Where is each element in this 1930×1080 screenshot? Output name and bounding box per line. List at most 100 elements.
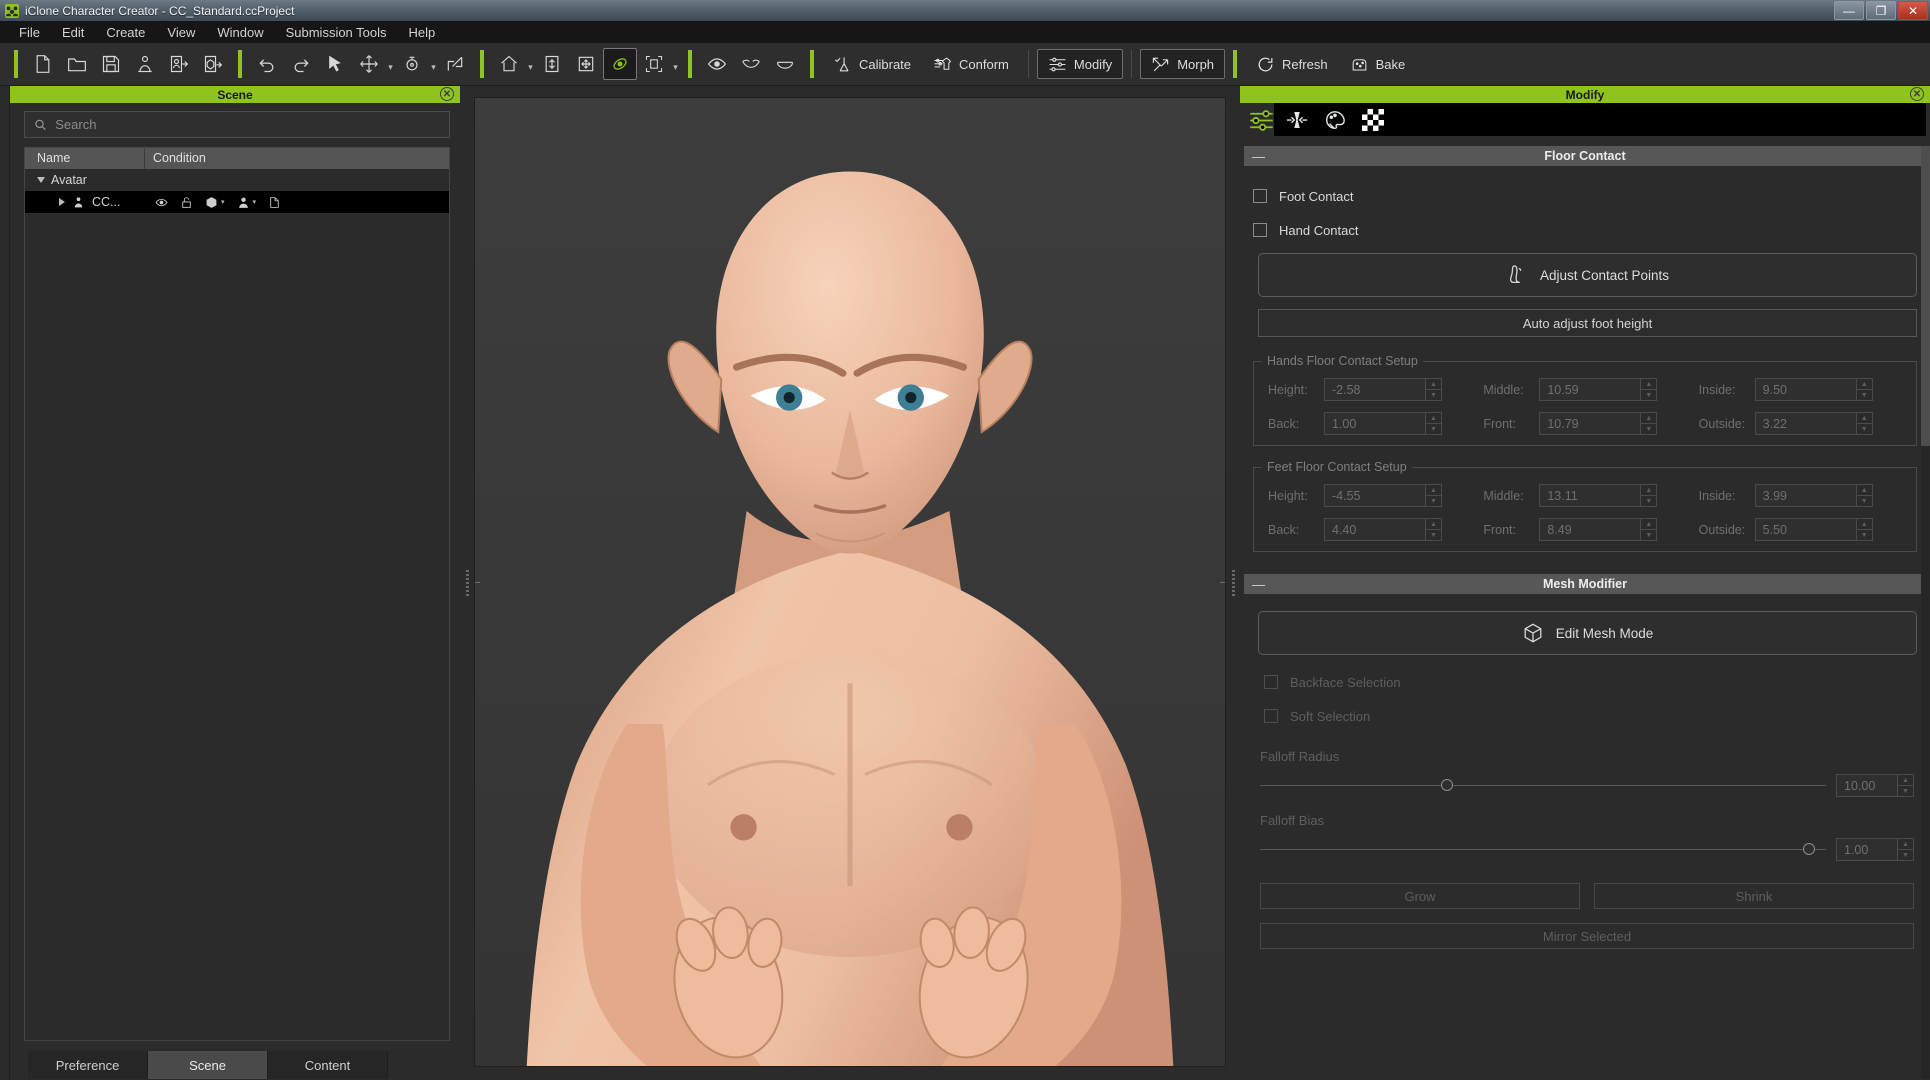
spinner-up-icon[interactable]: ▲ [1856,519,1872,530]
minus-icon[interactable]: — [1252,149,1265,164]
spinner[interactable]: 8.49 ▲ ▼ [1539,518,1658,541]
spinner-up-icon[interactable]: ▲ [1641,519,1657,530]
foot-contact-checkbox[interactable] [1253,189,1267,203]
fit-view-icon[interactable] [535,48,569,80]
new-file-icon[interactable] [26,48,60,80]
foot-contact-row[interactable]: Foot Contact [1244,179,1926,213]
tab-content[interactable]: Content [268,1051,388,1079]
falloff-radius-spinner[interactable]: 10.00 ▲ ▼ [1836,774,1914,797]
minimize-button[interactable]: — [1834,1,1864,20]
frame-view-icon[interactable] [637,48,671,80]
spinner[interactable]: 3.99 ▲ ▼ [1754,484,1873,507]
menu-item-edit[interactable]: Edit [51,23,95,42]
section-floor-contact[interactable]: — Floor Contact [1244,146,1926,166]
spinner-down-icon[interactable]: ▼ [1857,530,1872,540]
select-icon[interactable] [318,48,352,80]
spinner-down-icon[interactable]: ▼ [1641,390,1656,400]
spinner-arrows[interactable]: ▲ ▼ [1641,484,1658,507]
edit-mesh-mode-button[interactable]: Edit Mesh Mode [1258,611,1917,655]
sliders-icon[interactable] [1248,107,1275,137]
backface-selection-row[interactable]: Backface Selection [1244,665,1926,699]
calibrate-button[interactable]: Calibrate [822,49,922,79]
brows-icon[interactable] [734,48,768,80]
spinner-arrows[interactable]: ▲ ▼ [1856,484,1873,507]
search-input[interactable] [55,117,440,132]
spinner[interactable]: 10.59 ▲ ▼ [1539,378,1658,401]
hand-contact-row[interactable]: Hand Contact [1244,213,1926,247]
right-splitter[interactable] [1226,86,1240,1079]
tree-row-avatar[interactable]: Avatar [25,169,449,191]
spinner-up-icon[interactable]: ▲ [1426,519,1441,530]
palette-icon[interactable] [1316,105,1354,134]
bake-button[interactable]: Bake [1339,49,1417,79]
menu-item-submission-tools[interactable]: Submission Tools [275,23,398,42]
close-icon[interactable]: ✕ [440,87,454,101]
spinner-up-icon[interactable]: ▲ [1426,379,1441,390]
soft-selection-row[interactable]: Soft Selection [1244,699,1926,733]
spinner-arrows[interactable]: ▲ ▼ [1641,378,1658,401]
falloff-bias-spinner[interactable]: 1.00 ▲ ▼ [1836,838,1914,861]
pan-view-icon[interactable] [569,48,603,80]
spinner[interactable]: 5.50 ▲ ▼ [1754,518,1873,541]
spinner-arrows[interactable]: ▲ ▼ [1898,774,1914,797]
spinner-arrows[interactable]: ▲ ▼ [1426,518,1442,541]
spinner[interactable]: -2.58 ▲ ▼ [1324,378,1442,401]
section-mesh-modifier[interactable]: — Mesh Modifier [1244,574,1926,594]
spinner-arrows[interactable]: ▲ ▼ [1426,378,1442,401]
spinner[interactable]: 3.22 ▲ ▼ [1754,412,1873,435]
spinner-up-icon[interactable]: ▲ [1641,485,1657,496]
spinner-arrows[interactable]: ▲ ▼ [1898,838,1914,861]
tree-row-cc[interactable]: CC... ▾ ▾ [25,191,449,213]
field-value[interactable]: 13.11 [1539,484,1642,507]
home-view-dropdown-caret[interactable]: ▾ [526,48,535,80]
spinner[interactable]: -4.55 ▲ ▼ [1324,484,1442,507]
spinner[interactable]: 10.79 ▲ ▼ [1539,412,1658,435]
visibility-icon[interactable] [155,196,168,209]
save-icon[interactable] [94,48,128,80]
grow-button[interactable]: Grow [1260,883,1580,909]
field-value[interactable]: 10.59 [1539,378,1642,401]
left-splitter[interactable] [460,86,474,1079]
spinner[interactable]: 13.11 ▲ ▼ [1539,484,1658,507]
undo-icon[interactable] [250,48,284,80]
column-header-name[interactable]: Name [25,148,145,169]
falloff-radius-slider[interactable] [1260,779,1826,791]
field-value[interactable]: 4.40 [1324,518,1426,541]
spinner-up-icon[interactable]: ▲ [1426,413,1441,424]
spinner-down-icon[interactable]: ▼ [1857,424,1872,434]
save-avatar-icon[interactable] [162,48,196,80]
mesh-icon[interactable] [205,196,218,209]
field-value[interactable]: 8.49 [1539,518,1642,541]
spinner-up-icon[interactable]: ▲ [1898,775,1913,786]
field-value[interactable]: 10.79 [1539,412,1642,435]
mesh-dropdown-caret[interactable]: ▾ [221,198,225,206]
rotate-icon[interactable] [395,48,429,80]
spinner-arrows[interactable]: ▲ ▼ [1641,518,1658,541]
falloff-radius-value[interactable]: 10.00 [1836,774,1898,797]
eye-icon[interactable] [700,48,734,80]
soft-selection-checkbox[interactable] [1264,709,1278,723]
spinner-up-icon[interactable]: ▲ [1898,839,1913,850]
close-icon[interactable]: ✕ [1910,87,1924,101]
spinner-arrows[interactable]: ▲ ▼ [1856,412,1873,435]
home-view-icon[interactable] [492,48,526,80]
mouth-icon[interactable] [768,48,802,80]
maximize-button[interactable]: ❐ [1866,1,1896,20]
spinner-arrows[interactable]: ▲ ▼ [1856,518,1873,541]
field-value[interactable]: -2.58 [1324,378,1426,401]
layer-icon[interactable] [268,196,281,209]
spinner-down-icon[interactable]: ▼ [1857,390,1872,400]
spinner-down-icon[interactable]: ▼ [1426,530,1441,540]
adjust-contact-points-button[interactable]: Adjust Contact Points [1258,253,1917,297]
align-icon[interactable] [1278,105,1316,134]
morph-button[interactable]: Morph [1140,49,1226,79]
falloff-radius-knob[interactable] [1440,779,1453,791]
field-value[interactable]: 3.99 [1754,484,1857,507]
conform-button[interactable]: Conform [922,49,1020,79]
shrink-button[interactable]: Shrink [1594,883,1914,909]
field-value[interactable]: 9.50 [1754,378,1857,401]
spinner-up-icon[interactable]: ▲ [1426,485,1441,496]
spinner-arrows[interactable]: ▲ ▼ [1426,484,1442,507]
redo-icon[interactable] [284,48,318,80]
spinner-down-icon[interactable]: ▼ [1898,850,1913,860]
